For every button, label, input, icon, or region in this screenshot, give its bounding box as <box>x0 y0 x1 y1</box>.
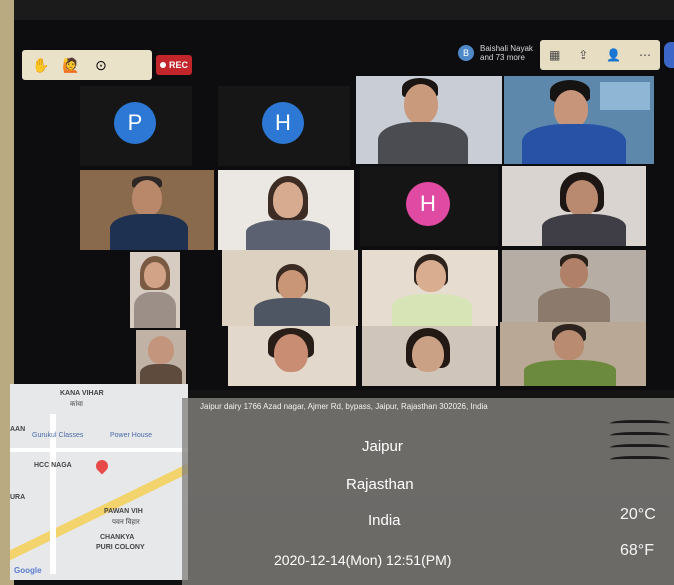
rec-dot-icon <box>159 62 166 68</box>
video-tile[interactable] <box>228 326 356 386</box>
video-tile[interactable] <box>362 250 498 326</box>
participant-video <box>278 270 306 300</box>
map-label: CHANKYA <box>100 534 135 541</box>
participants-label: Baishali Nayak and 73 more <box>480 44 533 62</box>
participant-video <box>404 84 438 124</box>
participant-video <box>246 220 330 250</box>
map-label: AAN <box>10 426 26 433</box>
participant-video <box>148 336 174 364</box>
recording-badge[interactable]: REC <box>156 55 192 75</box>
map-label: HCC NAGA <box>34 462 72 469</box>
map-label: PAWAN VIH <box>104 508 143 515</box>
map-label: KANA VIHAR <box>60 390 104 397</box>
participant-video <box>134 292 176 328</box>
more-button[interactable] <box>664 42 674 68</box>
participant-video <box>273 182 303 218</box>
participant-video <box>392 294 472 326</box>
video-tile[interactable] <box>136 330 186 386</box>
raise-hand-icon[interactable]: ✋ <box>32 56 50 74</box>
google-logo: Google <box>14 566 42 575</box>
participant-video <box>542 214 626 246</box>
participant-video <box>378 122 468 164</box>
reactions-toolbar: ✋ 🙋 ⊙ <box>22 50 152 80</box>
avatar: H <box>262 102 304 144</box>
share-icon[interactable]: ⇪ <box>578 48 588 62</box>
video-tile[interactable] <box>502 250 646 322</box>
temperature-celsius: 20°C <box>620 506 656 523</box>
participant-video <box>566 180 598 216</box>
participant-video <box>538 288 610 322</box>
participant-video <box>110 214 188 250</box>
participant-video <box>524 360 616 386</box>
wall-poster <box>600 82 650 110</box>
map-label: Gurukul Classes <box>32 432 84 439</box>
more-icon[interactable]: ⋯ <box>639 48 651 62</box>
video-tile[interactable] <box>362 326 496 386</box>
participant-video <box>254 298 330 326</box>
active-speaker-indicator[interactable]: B Baishali Nayak and 73 more <box>458 44 540 62</box>
reaction-icon[interactable]: 🙋 <box>62 56 80 74</box>
state-label: Rajasthan <box>346 476 414 493</box>
participant-video <box>522 124 626 164</box>
participant-video <box>554 330 584 360</box>
gallery-view-icon[interactable]: ▦ <box>549 48 560 62</box>
avatar: H <box>406 182 450 226</box>
video-tile[interactable] <box>222 250 358 326</box>
participant-video <box>416 260 446 292</box>
video-tile[interactable] <box>218 170 354 250</box>
map-road <box>10 448 188 452</box>
participant-video <box>412 336 444 372</box>
participant-video <box>554 90 588 128</box>
address-text: Jaipur dairy 1766 Azad nagar, Ajmer Rd, … <box>200 402 488 411</box>
settings-icon[interactable]: ⊙ <box>92 56 110 74</box>
photo-frame: ✋ 🙋 ⊙ REC B Baishali Nayak and 73 more ▦… <box>0 0 674 585</box>
location-pin-icon <box>93 457 111 475</box>
avatar: B <box>458 45 474 61</box>
datetime-label: 2020-12-14(Mon) 12:51(PM) <box>274 552 452 568</box>
participant-video <box>140 364 182 386</box>
avatar: P <box>114 102 156 144</box>
video-tile[interactable] <box>504 76 654 164</box>
video-tile[interactable] <box>502 166 646 246</box>
video-tile[interactable]: H <box>360 166 498 246</box>
video-tile[interactable]: P <box>80 86 192 166</box>
country-label: India <box>368 512 401 529</box>
video-tile[interactable]: H <box>218 86 350 166</box>
map-label: PURI COLONY <box>96 544 145 551</box>
video-tile[interactable] <box>500 322 646 386</box>
map-label: URA <box>10 494 26 501</box>
rec-label: REC <box>168 60 188 70</box>
weather-fog-icon <box>610 420 670 468</box>
participants-icon[interactable]: 👤 <box>606 48 621 62</box>
participant-video <box>132 180 162 216</box>
participant-video <box>274 334 308 372</box>
video-tile[interactable] <box>130 252 180 328</box>
video-tile[interactable] <box>80 170 214 250</box>
participant-video <box>560 258 588 288</box>
view-toolbar: ▦ ⇪ 👤 ⋯ <box>540 40 660 70</box>
city-label: Jaipur <box>362 438 403 455</box>
video-tile[interactable] <box>356 76 502 164</box>
map-label: पवन विहार <box>112 519 140 526</box>
participant-video <box>144 262 166 288</box>
map-label: Power House <box>110 432 153 439</box>
location-map[interactable]: KANA VIHAR कांवा Gurukul Classes Power H… <box>10 384 188 580</box>
map-label: कांवा <box>70 401 83 408</box>
temperature-fahrenheit: 68°F <box>620 542 654 559</box>
